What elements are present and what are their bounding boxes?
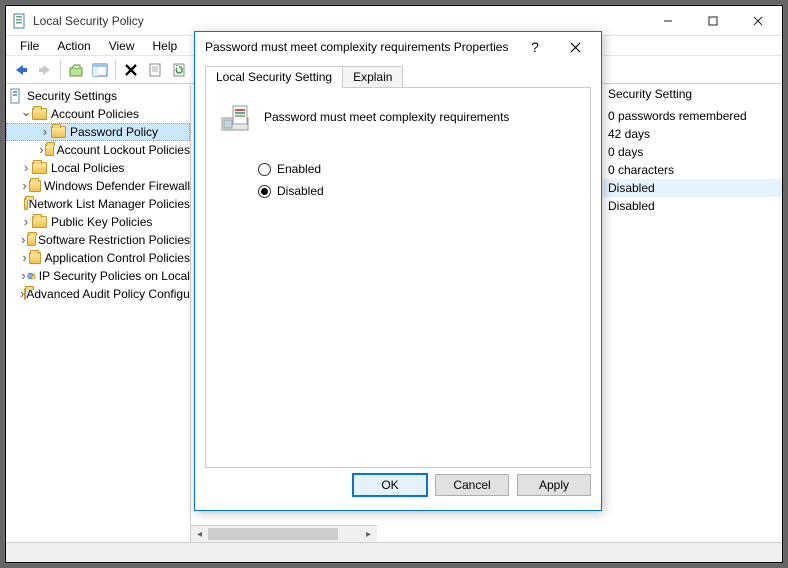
tab-explain[interactable]: Explain <box>342 66 403 88</box>
list-value[interactable]: 0 days <box>602 143 782 161</box>
dialog-title: Password must meet complexity requiremen… <box>205 40 515 54</box>
tree-label: Application Control Policies <box>45 251 190 265</box>
expand-icon[interactable]: › <box>20 252 29 264</box>
horizontal-scrollbar[interactable]: ◂ ▸ <box>191 525 377 542</box>
scroll-thumb[interactable] <box>208 528 338 540</box>
radio-icon <box>258 185 271 198</box>
properties-dialog: Password must meet complexity requiremen… <box>194 31 602 511</box>
tab-content: Password must meet complexity requiremen… <box>205 87 591 468</box>
list-values: 0 passwords remembered 42 days 0 days 0 … <box>602 107 782 215</box>
app-window: Local Security Policy File Action View H… <box>5 5 783 563</box>
show-hide-tree-button[interactable] <box>89 59 111 81</box>
policy-name: Password must meet complexity requiremen… <box>264 110 509 124</box>
tree-item-local-policies[interactable]: › Local Policies <box>6 159 190 177</box>
tab-local-security-setting[interactable]: Local Security Setting <box>205 66 343 88</box>
tree-item-account-lockout[interactable]: › Account Lockout Policies <box>6 141 190 159</box>
folder-icon <box>32 162 47 174</box>
tree-item-ipsec[interactable]: › IP Security Policies on Local <box>6 267 190 285</box>
tree-label: IP Security Policies on Local <box>39 269 190 283</box>
scroll-right-arrow[interactable]: ▸ <box>360 526 377 542</box>
menu-action[interactable]: Action <box>49 38 98 54</box>
tree-label: Account Lockout Policies <box>57 143 190 157</box>
tree-item-account-policies[interactable]: ⌄ Account Policies <box>6 105 190 123</box>
refresh-button[interactable] <box>168 59 190 81</box>
tree-root[interactable]: Security Settings <box>6 87 190 105</box>
close-button[interactable] <box>735 6 780 35</box>
maximize-button[interactable] <box>690 6 735 35</box>
folder-icon <box>32 216 47 228</box>
dialog-button-row: OK Cancel Apply <box>195 468 601 510</box>
expand-icon[interactable]: › <box>20 234 27 246</box>
tree-pane[interactable]: Security Settings ⌄ Account Policies › P… <box>6 85 191 542</box>
folder-icon <box>29 180 41 192</box>
tree-item-advanced-audit[interactable]: › Advanced Audit Policy Configuration <box>6 285 190 303</box>
tree-label: Windows Defender Firewall <box>44 179 190 193</box>
tree-item-public-key[interactable]: › Public Key Policies <box>6 213 190 231</box>
list-value[interactable]: 0 characters <box>602 161 782 179</box>
collapse-icon[interactable]: ⌄ <box>20 106 32 118</box>
tree-label: Software Restriction Policies <box>38 233 190 247</box>
forward-button[interactable] <box>34 59 56 81</box>
menu-help[interactable]: Help <box>145 38 186 54</box>
expand-icon[interactable]: › <box>39 126 51 138</box>
tree-item-firewall[interactable]: › Windows Defender Firewall <box>6 177 190 195</box>
tree-item-password-policy[interactable]: › Password Policy <box>6 123 190 141</box>
scroll-left-arrow[interactable]: ◂ <box>191 526 208 542</box>
column-header-security-setting[interactable]: Security Setting <box>602 85 782 105</box>
ok-button[interactable]: OK <box>353 474 427 496</box>
delete-button[interactable] <box>120 59 142 81</box>
tree-label: Local Policies <box>51 161 124 175</box>
expand-icon[interactable]: › <box>20 162 32 174</box>
folder-icon <box>24 198 28 210</box>
dialog-help-button[interactable]: ? <box>515 33 555 61</box>
dialog-close-button[interactable] <box>555 33 595 61</box>
radio-label: Disabled <box>277 184 324 198</box>
back-button[interactable] <box>10 59 32 81</box>
dialog-tabs: Local Security Setting Explain <box>205 66 591 88</box>
radio-icon <box>258 163 271 176</box>
radio-disabled[interactable]: Disabled <box>258 184 578 198</box>
menu-view[interactable]: View <box>101 38 143 54</box>
status-bar <box>6 542 782 562</box>
folder-icon <box>45 144 54 156</box>
window-title: Local Security Policy <box>33 14 144 28</box>
tree-root-label: Security Settings <box>27 89 117 103</box>
apply-button[interactable]: Apply <box>517 474 591 496</box>
tree-label: Password Policy <box>70 125 158 139</box>
security-root-icon <box>8 88 24 104</box>
folder-icon <box>32 108 47 120</box>
up-button[interactable] <box>65 59 87 81</box>
list-value[interactable]: Disabled <box>602 179 782 197</box>
expand-icon[interactable]: › <box>20 216 32 228</box>
menu-file[interactable]: File <box>12 38 47 54</box>
list-value[interactable]: Disabled <box>602 197 782 215</box>
radio-label: Enabled <box>277 162 321 176</box>
radio-enabled[interactable]: Enabled <box>258 162 578 176</box>
tree-label: Advanced Audit Policy Configuration <box>26 287 191 301</box>
folder-icon <box>29 252 41 264</box>
list-value[interactable]: 0 passwords remembered <box>602 107 782 125</box>
ipsec-icon <box>27 268 36 284</box>
cancel-button[interactable]: Cancel <box>435 474 509 496</box>
list-value[interactable]: 42 days <box>602 125 782 143</box>
tree-item-network-list[interactable]: › Network List Manager Policies <box>6 195 190 213</box>
properties-button[interactable] <box>144 59 166 81</box>
app-icon <box>12 13 28 29</box>
expand-icon[interactable]: › <box>20 180 29 192</box>
tree-item-app-control[interactable]: › Application Control Policies <box>6 249 190 267</box>
tree-label: Public Key Policies <box>51 215 152 229</box>
expand-icon[interactable]: › <box>38 144 45 156</box>
expand-icon[interactable]: › <box>20 270 27 282</box>
folder-icon <box>51 126 66 138</box>
policy-icon <box>218 100 252 134</box>
minimize-button[interactable] <box>645 6 690 35</box>
tree-label: Account Policies <box>51 107 139 121</box>
folder-icon <box>27 234 36 246</box>
tree-label: Network List Manager Policies <box>29 197 190 211</box>
dialog-titlebar: Password must meet complexity requiremen… <box>195 32 601 62</box>
tree-item-software-restriction[interactable]: › Software Restriction Policies <box>6 231 190 249</box>
